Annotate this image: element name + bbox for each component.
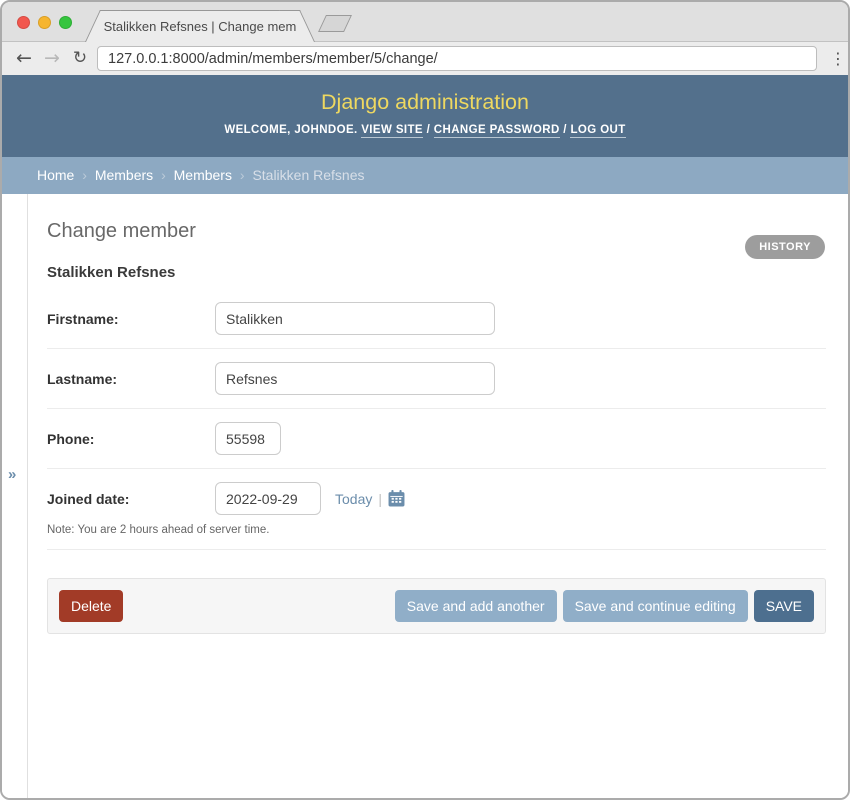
sidebar-toggle-icon[interactable]: » [8, 466, 16, 483]
calendar-icon[interactable] [388, 490, 405, 507]
save-add-another-button[interactable]: Save and add another [395, 590, 557, 622]
change-form: Firstname: Lastname: Phone: [47, 289, 826, 634]
change-password-link[interactable]: CHANGE PASSWORD [434, 124, 560, 138]
lastname-input[interactable] [215, 362, 495, 395]
breadcrumb-members-app-link[interactable]: Members [95, 167, 153, 183]
object-name-heading: Stalikken Refsnes [47, 264, 826, 281]
back-icon[interactable]: ← [12, 42, 36, 75]
breadcrumb: Home › Members › Members › Stalikken Ref… [2, 157, 848, 194]
view-site-link[interactable]: VIEW SITE [361, 124, 423, 138]
close-window-button[interactable] [17, 16, 30, 29]
phone-label: Phone: [47, 431, 215, 447]
site-title-link[interactable]: Django administration [321, 75, 529, 115]
form-row-firstname: Firstname: [47, 289, 826, 349]
browser-tab[interactable]: Stalikken Refsnes | Change mem [102, 10, 298, 43]
user-tools: WELCOME, JOHNDOE. VIEW SITE / CHANGE PAS… [2, 124, 848, 136]
form-row-lastname: Lastname: [47, 349, 826, 409]
breadcrumb-separator: › [236, 167, 249, 183]
joined-date-input[interactable] [215, 482, 321, 515]
browser-menu-icon[interactable]: ⋮ [826, 42, 850, 75]
main-panel: Change member HISTORY Stalikken Refsnes … [29, 194, 848, 634]
firstname-label: Firstname: [47, 311, 215, 327]
breadcrumb-home-link[interactable]: Home [37, 167, 74, 183]
browser-toolbar: ← → ↻ ⋮ [2, 42, 848, 75]
tool-separator: / [560, 124, 571, 136]
form-row-phone: Phone: [47, 409, 826, 469]
date-shortcuts: Today | [335, 490, 405, 507]
sidebar-strip: » [2, 194, 28, 799]
minimize-window-button[interactable] [38, 16, 51, 29]
tool-separator: / [423, 124, 434, 136]
timezone-note: Note: You are 2 hours ahead of server ti… [47, 524, 826, 536]
shortcut-separator: | [372, 491, 388, 507]
tab-title: Stalikken Refsnes | Change mem [104, 19, 297, 34]
forward-icon[interactable]: → [40, 42, 64, 75]
breadcrumb-separator: › [78, 167, 91, 183]
new-tab-button[interactable] [318, 15, 352, 32]
firstname-input[interactable] [215, 302, 495, 335]
submit-row: Delete Save and add another Save and con… [47, 578, 826, 634]
delete-button[interactable]: Delete [59, 590, 123, 622]
username: JOHNDOE [294, 124, 354, 136]
joined-date-label: Joined date: [47, 491, 215, 507]
breadcrumb-separator: › [157, 167, 170, 183]
form-row-joined-date: Joined date: Today | [47, 469, 826, 550]
phone-input[interactable] [215, 422, 281, 455]
site-header: Django administration WELCOME, JOHNDOE. … [2, 75, 848, 157]
breadcrumb-members-model-link[interactable]: Members [174, 167, 232, 183]
breadcrumb-current: Stalikken Refsnes [252, 167, 364, 183]
today-link[interactable]: Today [335, 491, 372, 507]
content-area: » Change member HISTORY Stalikken Refsne… [2, 194, 848, 799]
save-continue-button[interactable]: Save and continue editing [563, 590, 748, 622]
save-button[interactable]: SAVE [754, 590, 814, 622]
browser-window: Stalikken Refsnes | Change mem ← → ↻ ⋮ D… [0, 0, 850, 800]
page-title: Change member [47, 220, 826, 243]
reload-icon[interactable]: ↻ [68, 42, 92, 75]
tab-strip: Stalikken Refsnes | Change mem [2, 2, 848, 42]
lastname-label: Lastname: [47, 371, 215, 387]
welcome-text: WELCOME, [224, 124, 294, 136]
maximize-window-button[interactable] [59, 16, 72, 29]
log-out-link[interactable]: LOG OUT [570, 124, 625, 138]
history-button[interactable]: HISTORY [745, 235, 825, 259]
window-controls [17, 16, 72, 29]
address-bar-input[interactable] [97, 46, 817, 71]
